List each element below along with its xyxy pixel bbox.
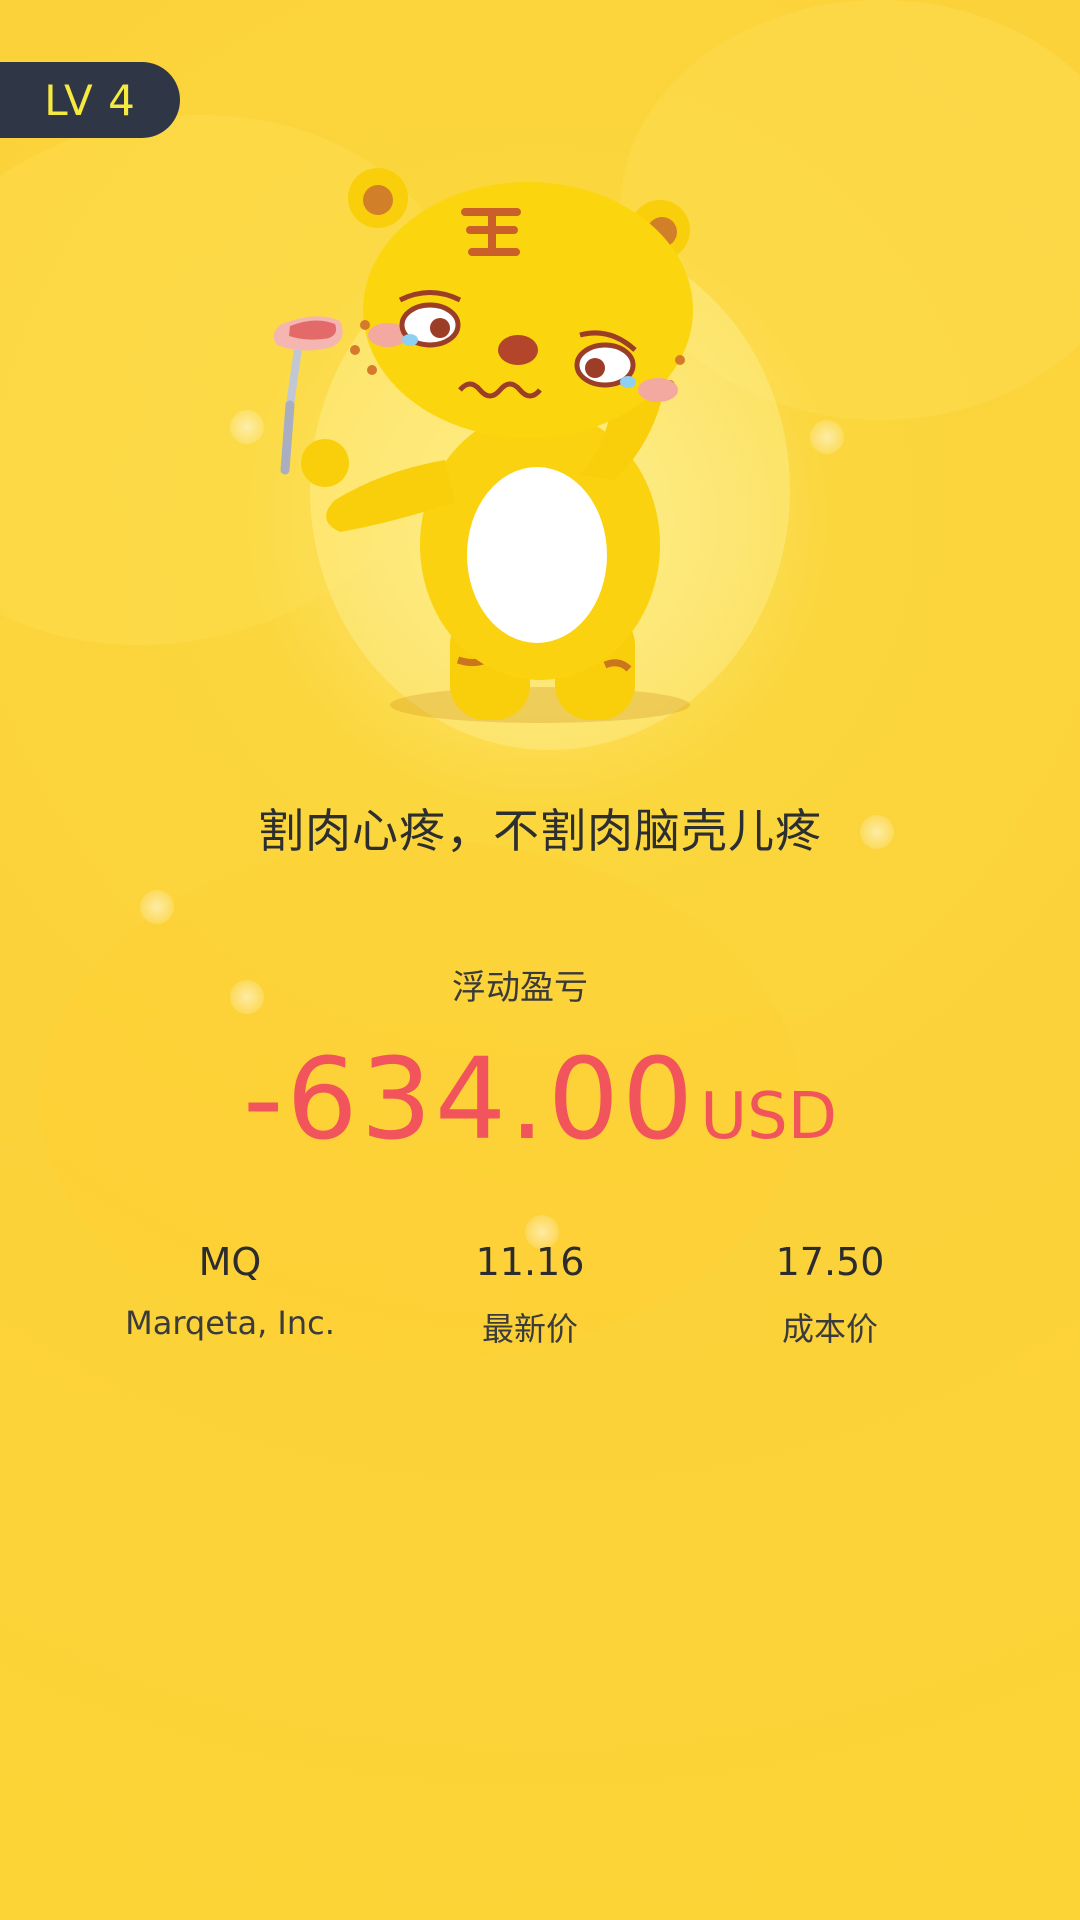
consolation-message: 割肉心疼，不割肉脑壳儿疼 — [258, 804, 822, 858]
stock-symbol: MQ — [198, 1240, 262, 1284]
last-price-label: 最新价 — [481, 1310, 578, 1348]
cost-price-value: 17.50 — [775, 1240, 885, 1284]
last-price-stat: 11.16 最新价 — [400, 1240, 660, 1350]
company-name: Marqeta, Inc. — [125, 1304, 335, 1342]
sparkle-decoration — [230, 980, 264, 1014]
cost-price-stat: 17.50 成本价 — [700, 1240, 960, 1350]
result-card: LV 4 割肉心疼，不割肉脑壳儿疼 浮动盈亏 -634.00USD MQ Mar… — [0, 0, 1080, 1920]
last-price-value: 11.16 — [475, 1240, 585, 1284]
pnl-amount: -634.00 — [242, 1035, 697, 1165]
level-badge-text: LV 4 — [44, 75, 136, 125]
sparkle-decoration — [230, 410, 264, 444]
floating-pnl-label: 浮动盈亏 — [452, 968, 588, 1008]
stock-symbol-stat: MQ Marqeta, Inc. — [100, 1240, 360, 1342]
pnl-currency: USD — [700, 1080, 838, 1154]
sparkle-decoration — [140, 890, 174, 924]
floating-pnl-value: -634.00USD — [0, 1035, 1080, 1165]
sad-tiger-mascot-icon — [273, 168, 790, 750]
cost-price-label: 成本价 — [781, 1310, 878, 1348]
level-badge: LV 4 — [0, 62, 180, 138]
stock-stats: MQ Marqeta, Inc. 11.16 最新价 17.50 成本价 — [100, 1240, 960, 1360]
